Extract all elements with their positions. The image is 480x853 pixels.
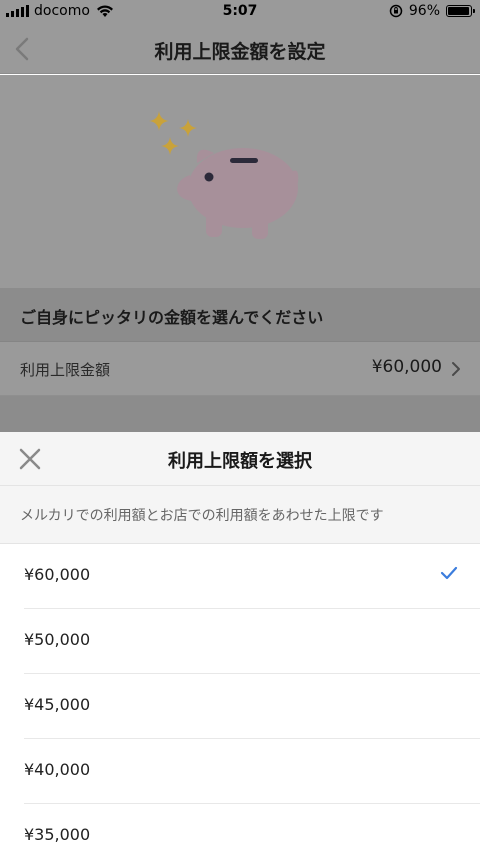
rotation-lock-icon	[389, 4, 403, 18]
amount-option-label: ¥45,000	[24, 695, 91, 714]
amount-option-label: ¥60,000	[24, 565, 91, 584]
limit-amount-value: ¥60,000	[371, 357, 442, 377]
backdrop[interactable]	[0, 396, 480, 432]
limit-select-sheet: 利用上限額を選択 メルカリでの利用額とお店での利用額をあわせた上限です ¥60,…	[0, 432, 480, 853]
checkmark-icon	[440, 566, 458, 580]
amount-option[interactable]: ¥45,000	[24, 674, 480, 739]
section-header: ご自身にピッタリの金額を選んでください	[0, 288, 480, 342]
limit-amount-row[interactable]: 利用上限金額 ¥60,000	[0, 342, 480, 396]
amount-option[interactable]: ¥40,000	[24, 739, 480, 804]
chevron-right-icon	[452, 362, 460, 376]
sheet-header: 利用上限額を選択	[0, 432, 480, 486]
sparkle-icon	[149, 111, 169, 131]
amount-option-label: ¥35,000	[24, 825, 91, 844]
amount-option[interactable]: ¥35,000	[24, 804, 480, 853]
limit-amount-label: 利用上限金額	[20, 361, 111, 379]
hero-illustration	[0, 75, 480, 288]
sheet-description: メルカリでの利用額とお店での利用額をあわせた上限です	[0, 486, 480, 544]
sheet-title: 利用上限額を選択	[168, 451, 312, 472]
nav-bar: 利用上限金額を設定	[0, 24, 480, 74]
battery-icon	[446, 5, 475, 17]
amount-option-label: ¥50,000	[24, 630, 91, 649]
amount-option[interactable]: ¥60,000	[24, 544, 480, 609]
page-title: 利用上限金額を設定	[154, 41, 326, 63]
amount-option[interactable]: ¥50,000	[24, 609, 480, 674]
battery-percent: 96%	[408, 3, 440, 19]
status-right: 96%	[389, 3, 475, 19]
amount-options-list: ¥60,000 ¥50,000 ¥45,000 ¥40,000 ¥35,000	[0, 544, 480, 853]
section-header-text: ご自身にピッタリの金額を選んでください	[20, 308, 324, 327]
status-bar: docomo 5:07 96%	[0, 0, 480, 24]
sparkle-icon	[179, 119, 197, 137]
sheet-description-text: メルカリでの利用額とお店での利用額をあわせた上限です	[20, 508, 384, 524]
piggy-bank-icon	[149, 111, 299, 239]
amount-option-label: ¥40,000	[24, 760, 91, 779]
sparkle-icon	[161, 137, 179, 155]
